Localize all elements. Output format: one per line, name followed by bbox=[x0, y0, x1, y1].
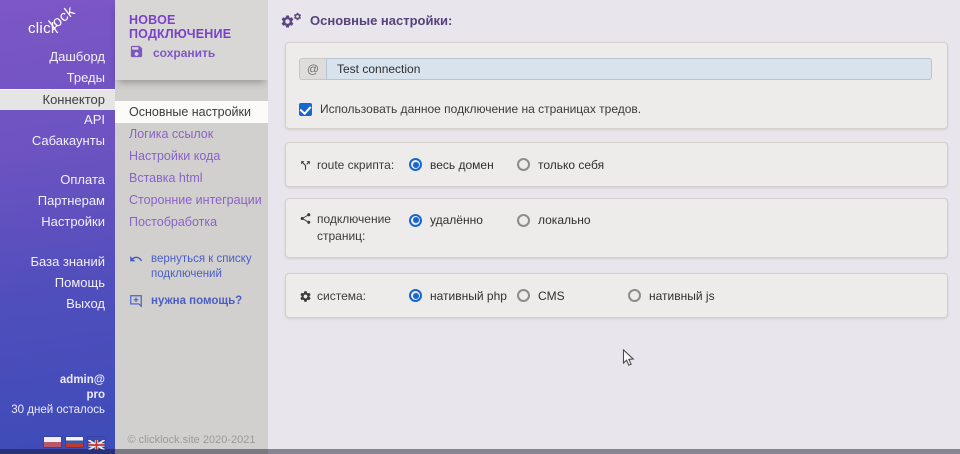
connection-name-group: @ bbox=[299, 58, 932, 80]
app-window: clicklock Дашборд Треды Коннектор API Са… bbox=[0, 0, 960, 454]
gear-icon bbox=[299, 290, 312, 303]
help-link-label: нужна помощь? bbox=[151, 294, 242, 313]
use-connection-checkbox-label: Использовать данное подключение на стран… bbox=[320, 102, 641, 116]
radio-option-native-js[interactable]: нативный js bbox=[628, 289, 715, 303]
sidebar-item-help[interactable]: Помощь bbox=[0, 273, 115, 294]
account-days-left: 30 дней осталось bbox=[11, 403, 105, 418]
radio-option-only-self[interactable]: только себя bbox=[517, 158, 604, 172]
sidebar-nav: Дашборд Треды Коннектор API Сабакаунты О… bbox=[0, 47, 115, 315]
menu-item-main-settings[interactable]: Основные настройки bbox=[115, 101, 268, 123]
radio-option-native-php[interactable]: нативный php bbox=[409, 289, 507, 303]
script-route-label: route скрипта: bbox=[317, 158, 394, 172]
share-icon bbox=[299, 212, 312, 225]
system-label: система: bbox=[317, 289, 366, 303]
radio-unselected-icon[interactable] bbox=[628, 289, 641, 302]
need-help-link[interactable]: нужна помощь? bbox=[129, 294, 264, 313]
system-card: система: нативный php CMS нативный js bbox=[285, 273, 948, 318]
radio-unselected-icon[interactable] bbox=[517, 158, 530, 171]
use-connection-checkbox[interactable] bbox=[299, 103, 312, 116]
save-icon bbox=[129, 44, 144, 62]
account-email: admin@ bbox=[11, 373, 105, 388]
back-to-connections-link[interactable]: вернуться к списку подключений bbox=[129, 252, 264, 282]
radio-selected-icon[interactable] bbox=[409, 289, 422, 302]
panel-header-block: НОВОЕ ПОДКЛЮЧЕНИЕ сохранить bbox=[115, 0, 268, 80]
menu-item-link-logic[interactable]: Логика ссылок bbox=[115, 123, 268, 145]
at-icon: @ bbox=[299, 58, 326, 80]
system-label-row: система: bbox=[299, 289, 366, 303]
copyright-text: © clicklock.site 2020-2021 bbox=[115, 434, 268, 446]
panel-title: НОВОЕ ПОДКЛЮЧЕНИЕ bbox=[129, 13, 268, 41]
radio-label: локально bbox=[538, 213, 591, 227]
script-route-label-row: route скрипта: bbox=[299, 158, 394, 172]
sidebar-item-threads[interactable]: Треды bbox=[0, 68, 115, 89]
panel-menu: Основные настройки Логика ссылок Настрой… bbox=[115, 101, 268, 233]
main-content: Основные настройки: @ Использовать данно… bbox=[268, 0, 960, 454]
menu-item-html-insert[interactable]: Вставка html bbox=[115, 167, 268, 189]
radio-label: удалённо bbox=[430, 213, 483, 227]
page-connection-label: подключение страниц: bbox=[317, 211, 399, 245]
radio-label: CMS bbox=[538, 289, 565, 303]
flag-russia-icon[interactable] bbox=[66, 437, 83, 447]
radio-unselected-icon[interactable] bbox=[517, 289, 530, 302]
radio-selected-icon[interactable] bbox=[409, 214, 422, 227]
script-route-card: route скрипта: весь домен только себя bbox=[285, 142, 948, 187]
flag-poland-icon[interactable] bbox=[44, 437, 61, 447]
sidebar-item-dashboard[interactable]: Дашборд bbox=[0, 47, 115, 68]
use-on-threads-row: Использовать данное подключение на стран… bbox=[299, 102, 641, 116]
gears-icon bbox=[280, 12, 302, 29]
page-connection-label-row: подключение страниц: bbox=[299, 211, 399, 245]
radio-unselected-icon[interactable] bbox=[517, 214, 530, 227]
sidebar-item-connector[interactable]: Коннектор bbox=[0, 89, 115, 110]
back-link-label: вернуться к списку подключений bbox=[151, 252, 264, 282]
radio-label: нативный php bbox=[430, 289, 507, 303]
clicklock-logo: clicklock bbox=[28, 20, 86, 38]
sidebar-item-settings[interactable]: Настройки bbox=[0, 212, 115, 233]
undo-arrow-icon bbox=[129, 252, 143, 282]
page-title-row: Основные настройки: bbox=[280, 12, 452, 29]
menu-item-code-settings[interactable]: Настройки кода bbox=[115, 145, 268, 167]
call-split-icon bbox=[299, 159, 312, 172]
radio-selected-icon[interactable] bbox=[409, 158, 422, 171]
radio-label: весь домен bbox=[430, 158, 494, 172]
save-button[interactable]: сохранить bbox=[129, 44, 215, 62]
account-info: admin@ pro 30 дней осталось bbox=[11, 373, 105, 418]
sidebar-item-knowledge-base[interactable]: База знаний bbox=[0, 252, 115, 273]
radio-option-whole-domain[interactable]: весь домен bbox=[409, 158, 494, 172]
page-title: Основные настройки: bbox=[310, 13, 452, 28]
radio-option-remote[interactable]: удалённо bbox=[409, 213, 483, 227]
radio-label: только себя bbox=[538, 158, 604, 172]
sidebar-item-payment[interactable]: Оплата bbox=[0, 170, 115, 191]
language-switcher bbox=[44, 437, 105, 447]
radio-option-cms[interactable]: CMS bbox=[517, 289, 565, 303]
sidebar-item-subaccounts[interactable]: Сабакаунты bbox=[0, 131, 115, 152]
panel-links: вернуться к списку подключений нужна пом… bbox=[129, 252, 264, 313]
sidebar-item-partners[interactable]: Партнерам bbox=[0, 191, 115, 212]
menu-item-postprocessing[interactable]: Постобработка bbox=[115, 211, 268, 233]
connection-name-input[interactable] bbox=[326, 58, 932, 80]
page-connection-card: подключение страниц: удалённо локально bbox=[285, 198, 948, 258]
radio-option-local[interactable]: локально bbox=[517, 213, 591, 227]
account-plan-badge: pro bbox=[11, 388, 105, 403]
menu-item-integrations[interactable]: Сторонние интеграции bbox=[115, 189, 268, 211]
sidebar-item-api[interactable]: API bbox=[0, 110, 115, 131]
main-sidebar: clicklock Дашборд Треды Коннектор API Са… bbox=[0, 0, 115, 454]
sidebar-item-logout[interactable]: Выход bbox=[0, 294, 115, 315]
help-comment-icon bbox=[129, 294, 143, 313]
radio-label: нативный js bbox=[649, 289, 715, 303]
flag-uk-icon[interactable] bbox=[88, 437, 105, 447]
connection-panel: НОВОЕ ПОДКЛЮЧЕНИЕ сохранить Основные нас… bbox=[115, 0, 268, 454]
connection-name-card: @ Использовать данное подключение на стр… bbox=[285, 42, 948, 129]
save-button-label: сохранить bbox=[153, 46, 215, 60]
